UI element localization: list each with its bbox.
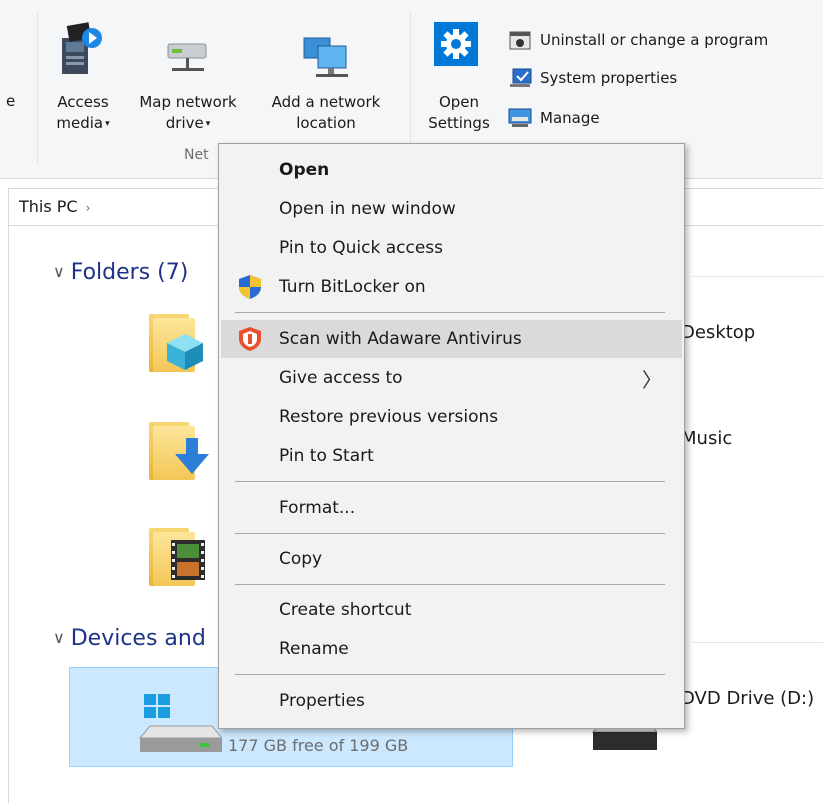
system-properties-button[interactable]: System properties <box>508 64 677 92</box>
ribbon-separator <box>410 12 411 164</box>
film-strip-icon <box>171 540 205 580</box>
menu-item-label: Create shortcut <box>279 600 412 620</box>
uninstall-icon <box>508 29 532 51</box>
menu-item-bitlocker[interactable]: Turn BitLocker on <box>221 268 682 306</box>
devices-section-title: Devices and <box>70 626 206 651</box>
menu-separator <box>235 312 665 313</box>
media-icon <box>62 22 102 74</box>
submenu-arrow-icon: 〉 <box>642 367 662 392</box>
dropdown-caret-icon: ▾ <box>205 118 211 129</box>
open-settings-label-2: Settings <box>428 114 490 132</box>
map-network-label-1: Map network <box>139 93 237 111</box>
collapse-arrow-icon[interactable]: ∨ <box>53 628 65 647</box>
music-label[interactable]: Music <box>681 428 732 449</box>
menu-item-label: Pin to Start <box>279 446 374 466</box>
folder-3d-objects[interactable] <box>149 310 207 374</box>
menu-item-format[interactable]: Format... <box>221 489 682 527</box>
network-drive-icon <box>167 43 207 71</box>
manage-icon <box>508 107 532 129</box>
menu-separator <box>235 533 665 534</box>
folders-section-header[interactable]: ∨ Folders (7) <box>53 260 188 285</box>
dropdown-caret-icon: ▾ <box>105 118 110 129</box>
menu-item-copy[interactable]: Copy <box>221 540 682 578</box>
menu-item-label: Give access to <box>279 368 403 388</box>
desktop-label[interactable]: Desktop <box>681 322 755 343</box>
breadcrumb-this-pc[interactable]: This PC <box>19 197 78 216</box>
menu-separator <box>235 674 665 675</box>
menu-item-label: Format... <box>279 498 356 518</box>
menu-item-label: Restore previous versions <box>279 407 499 427</box>
menu-item-pin-start[interactable]: Pin to Start <box>221 437 682 475</box>
access-media-label-1: Access <box>57 93 109 111</box>
context-menu: Open Open in new window Pin to Quick acc… <box>218 143 685 729</box>
gear-icon <box>434 22 478 66</box>
folder-downloads[interactable] <box>149 418 209 482</box>
menu-item-label: Properties <box>279 691 365 711</box>
windows-drive-icon <box>138 694 222 752</box>
menu-item-adaware-scan[interactable]: Scan with Adaware Antivirus <box>221 320 682 358</box>
menu-item-label: Pin to Quick access <box>279 238 444 258</box>
menu-item-label: Turn BitLocker on <box>279 277 426 297</box>
ribbon-separator <box>37 12 38 164</box>
menu-item-label: Scan with Adaware Antivirus <box>279 329 522 349</box>
folder-videos[interactable] <box>149 524 207 588</box>
map-network-label-2: drive ▾ <box>165 114 211 132</box>
folders-section-title: Folders (7) <box>70 260 189 285</box>
cube-icon <box>167 334 203 370</box>
menu-separator <box>235 584 665 585</box>
menu-item-label: Copy <box>279 549 323 569</box>
menu-item-open-new-window[interactable]: Open in new window <box>221 190 682 228</box>
add-network-label-2: location <box>296 114 356 132</box>
menu-item-give-access[interactable]: Give access to 〉 <box>221 359 682 397</box>
access-media-label-2: media ▾ <box>56 114 110 132</box>
uninstall-program-button[interactable]: Uninstall or change a program <box>508 26 768 54</box>
network-group-label: Net <box>184 147 209 163</box>
manage-label: Manage <box>540 109 600 127</box>
download-arrow-icon <box>175 438 209 474</box>
ribbon-partial-label: e <box>6 92 16 110</box>
system-properties-icon <box>508 67 532 89</box>
network-location-icon <box>303 37 348 77</box>
menu-item-create-shortcut[interactable]: Create shortcut <box>221 591 682 629</box>
access-media-button[interactable]: Access media ▾ <box>48 12 118 140</box>
menu-item-label: Open <box>279 160 330 180</box>
breadcrumb[interactable]: This PC › <box>19 197 90 216</box>
menu-item-label: Rename <box>279 639 349 659</box>
local-disk-free-space: 177 GB free of 199 GB <box>228 736 409 755</box>
devices-section-header[interactable]: ∨ Devices and <box>53 626 206 651</box>
open-settings-button[interactable]: Open Settings <box>420 12 498 140</box>
breadcrumb-chevron-icon[interactable]: › <box>86 201 91 215</box>
menu-item-open[interactable]: Open <box>221 151 682 189</box>
menu-separator <box>235 481 665 482</box>
add-network-location-button[interactable]: Add a network location <box>256 12 396 140</box>
adaware-shield-icon <box>239 327 261 351</box>
menu-item-properties[interactable]: Properties <box>221 682 682 720</box>
map-network-drive-button[interactable]: Map network drive ▾ <box>124 12 252 140</box>
section-divider <box>693 642 823 643</box>
manage-button[interactable]: Manage <box>508 104 600 132</box>
uac-shield-icon <box>239 275 261 299</box>
section-divider <box>693 276 823 277</box>
uninstall-label: Uninstall or change a program <box>540 31 769 49</box>
menu-item-label: Open in new window <box>279 199 456 219</box>
menu-item-restore-versions[interactable]: Restore previous versions <box>221 398 682 436</box>
add-network-label-1: Add a network <box>271 93 381 111</box>
dvd-drive-label[interactable]: DVD Drive (D:) <box>681 688 814 709</box>
menu-item-rename[interactable]: Rename <box>221 630 682 668</box>
system-properties-label: System properties <box>540 69 678 87</box>
menu-item-pin-quick-access[interactable]: Pin to Quick access <box>221 229 682 267</box>
open-settings-label-1: Open <box>438 93 480 111</box>
collapse-arrow-icon[interactable]: ∨ <box>53 262 65 281</box>
